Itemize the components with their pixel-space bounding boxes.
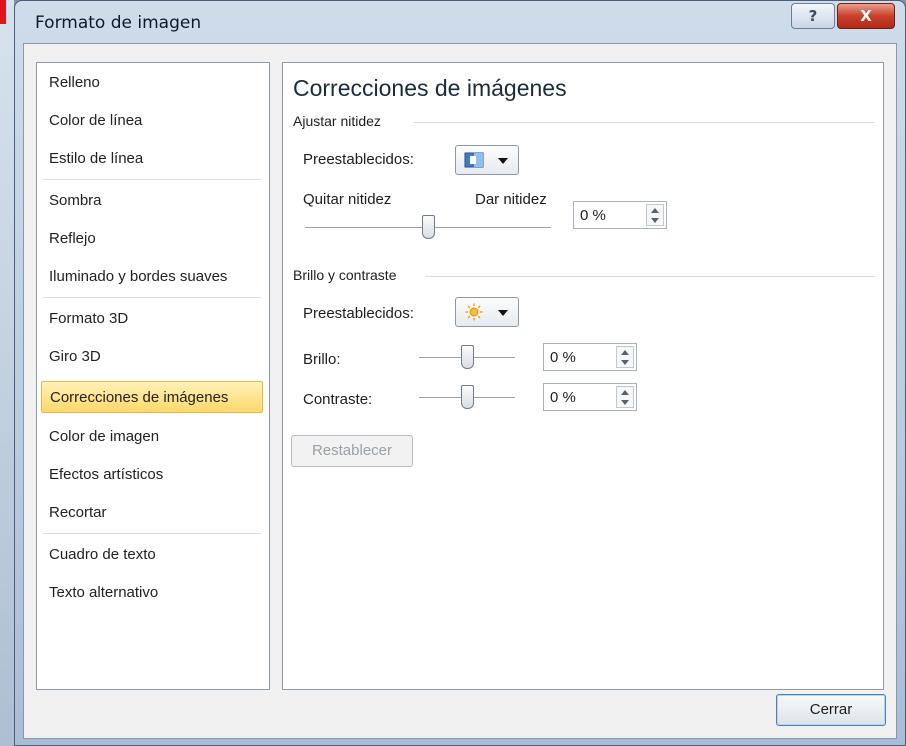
brightness-slider-thumb[interactable] [461,345,474,369]
group-divider [413,122,875,123]
spinner-arrows[interactable] [646,204,664,226]
contrast-slider-thumb[interactable] [461,385,474,409]
spinner-down-icon[interactable] [651,218,659,223]
sharpen-preset-icon [464,152,484,168]
sharpen-slider-thumb[interactable] [422,215,435,239]
brightness-value-spinner[interactable]: 0 % [543,343,637,371]
close-dialog-button[interactable]: Cerrar [776,694,886,726]
background-window-edge [0,0,14,746]
sharpen-value-spinner[interactable]: 0 % [573,201,667,229]
nav-item-texto-alternativo[interactable]: Texto alternativo [41,577,263,609]
soften-label: Quitar nitidez [303,191,392,208]
nav-item-color-de-linea[interactable]: Color de línea [41,105,263,137]
nav-item-estilo-de-linea[interactable]: Estilo de línea [41,143,263,175]
sharpen-presets-label: Preestablecidos: [303,151,414,168]
contrast-value[interactable]: 0 % [550,389,576,406]
contrast-label: Contraste: [303,391,373,408]
dialog-body: Relleno Color de línea Estilo de línea S… [23,43,897,739]
sharpen-label: Dar nitidez [475,191,547,208]
format-picture-dialog: Formato de imagen ? X Relleno Color de l… [14,0,906,746]
chevron-down-icon [498,310,508,316]
close-window-button[interactable]: X [837,3,895,29]
sharpen-group-label: Ajustar nitidez [293,113,381,129]
reset-button[interactable]: Restablecer [291,435,413,467]
spinner-arrows[interactable] [616,386,634,408]
chevron-down-icon [498,158,508,164]
brightness-value[interactable]: 0 % [550,349,576,366]
nav-item-reflejo[interactable]: Reflejo [41,223,263,255]
spinner-up-icon[interactable] [621,350,629,355]
help-button[interactable]: ? [791,3,835,29]
bc-presets-label: Preestablecidos: [303,305,414,322]
dialog-title: Formato de imagen [35,13,202,33]
red-corner-mark [0,0,6,24]
nav-item-efectos-artisticos[interactable]: Efectos artísticos [41,459,263,491]
nav-item-correcciones[interactable]: Correcciones de imágenes [41,381,263,413]
nav-item-sombra[interactable]: Sombra [41,185,263,217]
nav-divider [43,533,261,534]
nav-item-iluminado[interactable]: Iluminado y bordes suaves [41,261,263,293]
sun-preset-icon [465,303,483,321]
spinner-up-icon[interactable] [621,390,629,395]
help-icon: ? [808,7,818,25]
spinner-up-icon[interactable] [651,208,659,213]
sharpen-value[interactable]: 0 % [580,207,606,224]
spinner-down-icon[interactable] [621,400,629,405]
nav-item-relleno[interactable]: Relleno [41,67,263,99]
brightness-label: Brillo: [303,351,341,368]
nav-item-color-de-imagen[interactable]: Color de imagen [41,421,263,453]
title-bar: Formato de imagen ? X [15,1,905,43]
panel-heading: Correcciones de imágenes [293,75,567,101]
group-divider [425,276,875,277]
category-list: Relleno Color de línea Estilo de línea S… [36,62,270,690]
nav-item-formato-3d[interactable]: Formato 3D [41,303,263,335]
spinner-down-icon[interactable] [621,360,629,365]
close-icon: X [860,7,872,25]
settings-panel: Correcciones de imágenes Ajustar nitidez… [282,62,884,690]
nav-divider [43,179,261,180]
nav-item-giro-3d[interactable]: Giro 3D [41,341,263,373]
nav-item-cuadro-de-texto[interactable]: Cuadro de texto [41,539,263,571]
bc-presets-dropdown[interactable] [455,297,519,327]
nav-divider [43,297,261,298]
brightness-contrast-group-label: Brillo y contraste [293,267,397,283]
sharpen-presets-dropdown[interactable] [455,145,519,175]
spinner-arrows[interactable] [616,346,634,368]
contrast-value-spinner[interactable]: 0 % [543,383,637,411]
nav-item-recortar[interactable]: Recortar [41,497,263,529]
